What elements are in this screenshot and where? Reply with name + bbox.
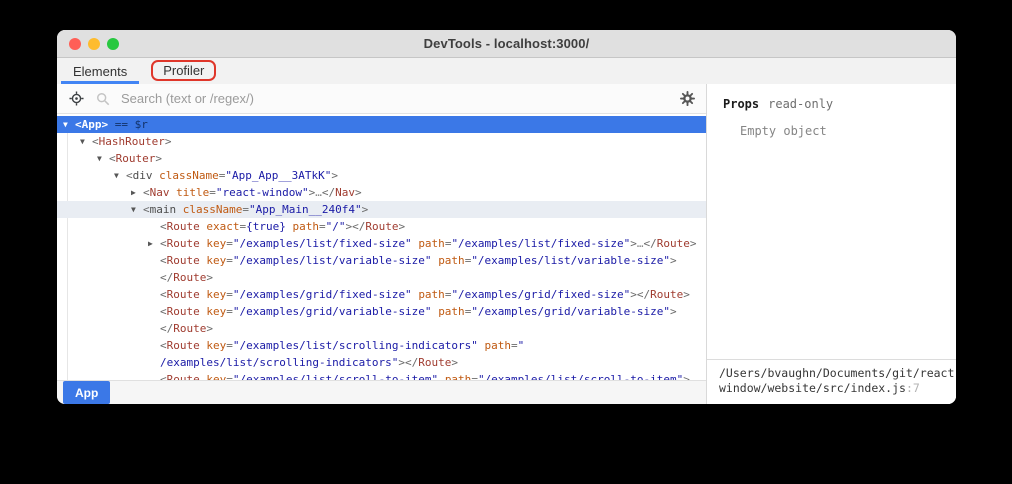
target-crosshair-icon xyxy=(69,91,84,106)
expand-arrow-down-icon[interactable]: ▼ xyxy=(131,201,143,218)
expand-arrow-down-icon[interactable]: ▼ xyxy=(80,133,92,150)
element-tree: ▼<App> == $r▼<HashRouter>▼<Router>▼<div … xyxy=(57,114,706,380)
source-line-number: :7 xyxy=(906,381,920,395)
zoom-button[interactable] xyxy=(107,38,119,50)
search-bar xyxy=(57,84,706,114)
tab-profiler[interactable]: Profiler xyxy=(151,60,216,81)
expand-arrow-down-icon[interactable]: ▼ xyxy=(63,116,75,133)
tree-row[interactable]: <Route key="/examples/list/scroll-to-ite… xyxy=(57,371,706,380)
tab-elements[interactable]: Elements xyxy=(61,58,139,84)
props-title: Props xyxy=(723,97,759,111)
props-pane: Props read-only Empty object /Users/bvaug… xyxy=(707,84,956,404)
inspect-element-button[interactable] xyxy=(67,90,85,108)
source-link[interactable]: /Users/bvaughn/Documents/git/react- wind… xyxy=(707,359,956,404)
expand-arrow-right-icon[interactable]: ▶ xyxy=(148,235,160,252)
expand-arrow-down-icon[interactable]: ▼ xyxy=(114,167,126,184)
tree-row[interactable]: ▶<Route key="/examples/list/fixed-size" … xyxy=(57,235,706,252)
window-title: DevTools - localhost:3000/ xyxy=(424,36,590,51)
tree-row[interactable]: ▼<App> == $r xyxy=(57,116,706,133)
expand-arrow-down-icon[interactable]: ▼ xyxy=(97,150,109,167)
tree-row[interactable]: ▼<Router> xyxy=(57,150,706,167)
tree-row[interactable]: ▼<div className="App_App__3ATkK"> xyxy=(57,167,706,184)
close-button[interactable] xyxy=(69,38,81,50)
elements-pane: ▼<App> == $r▼<HashRouter>▼<Router>▼<div … xyxy=(57,84,707,404)
tab-profiler-label: Profiler xyxy=(163,63,204,78)
tree-row[interactable]: <Route key="/examples/grid/variable-size… xyxy=(57,303,706,320)
tree-row[interactable]: <Route key="/examples/list/variable-size… xyxy=(57,252,706,269)
tree-row[interactable]: ▶<Nav title="react-window">…</Nav> xyxy=(57,184,706,201)
owner-badge-app[interactable]: App xyxy=(63,381,110,404)
devtools-window: DevTools - localhost:3000/ Elements Prof… xyxy=(57,30,956,404)
tree-row[interactable]: </Route> xyxy=(57,269,706,286)
minimize-button[interactable] xyxy=(88,38,100,50)
search-icon xyxy=(94,90,112,108)
owners-bar: App xyxy=(57,380,706,404)
search-input[interactable] xyxy=(121,91,669,106)
props-readonly-label: read-only xyxy=(768,97,833,111)
settings-button[interactable] xyxy=(678,90,696,108)
source-path-line2: window/website/src/index.js:7 xyxy=(719,381,950,396)
title-bar: DevTools - localhost:3000/ xyxy=(57,30,956,58)
source-path-line1: /Users/bvaughn/Documents/git/react- xyxy=(719,366,950,381)
tree-row[interactable]: <Route exact={true} path="/"></Route> xyxy=(57,218,706,235)
props-empty-text: Empty object xyxy=(723,124,940,138)
tab-elements-label: Elements xyxy=(73,64,127,79)
tree-row[interactable]: <Route key="/examples/grid/fixed-size" p… xyxy=(57,286,706,303)
props-header: Props read-only xyxy=(723,97,940,111)
tree-row[interactable]: <Route key="/examples/list/scrolling-ind… xyxy=(57,337,706,354)
gear-icon xyxy=(680,91,695,106)
tree-row[interactable]: ▼<HashRouter> xyxy=(57,133,706,150)
tree-row[interactable]: /examples/list/scrolling-indicators"></R… xyxy=(57,354,706,371)
tree-row[interactable]: </Route> xyxy=(57,320,706,337)
expand-arrow-right-icon[interactable]: ▶ xyxy=(131,184,143,201)
tree-row[interactable]: ▼<main className="App_Main__240f4"> xyxy=(57,201,706,218)
tab-bar: Elements Profiler xyxy=(57,58,956,84)
traffic-lights xyxy=(69,30,119,57)
